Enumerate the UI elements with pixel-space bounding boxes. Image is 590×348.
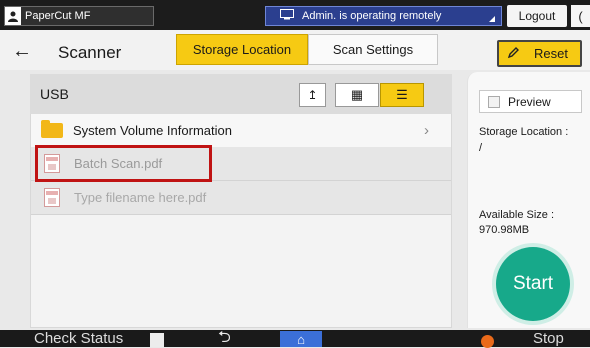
tab-scan-settings[interactable]: Scan Settings: [308, 34, 438, 65]
folder-up-button[interactable]: ↥: [299, 83, 326, 107]
grid-view-button[interactable]: ▦: [335, 83, 379, 107]
remote-text: Admin. is operating remotely: [302, 10, 442, 22]
user-indicator: PaperCut MF: [4, 6, 154, 26]
stop-icon[interactable]: [481, 335, 494, 348]
page-title: Scanner: [58, 43, 122, 62]
storage-location-label: Storage Location :: [479, 126, 569, 138]
reset-pencil-icon: [507, 46, 520, 62]
grid-view-icon: ▦: [350, 87, 364, 102]
list-view-icon: ☰: [396, 87, 408, 102]
remote-screen-icon: [280, 9, 294, 23]
available-size-value: 970.98MB: [479, 224, 530, 236]
file-name: System Volume Information: [73, 123, 232, 138]
home-icon: ⌂: [297, 331, 305, 347]
return-arrow-icon[interactable]: ⮌: [218, 330, 231, 346]
logout-button[interactable]: Logout: [507, 5, 567, 27]
location-label: USB: [40, 86, 69, 102]
start-button[interactable]: Start: [496, 247, 570, 321]
folder-icon: [41, 120, 63, 138]
available-size-label: Available Size :: [479, 209, 555, 221]
list-view-button[interactable]: ☰: [380, 83, 424, 107]
remote-operation-banner: Admin. is operating remotely: [265, 6, 502, 26]
tab-storage-location[interactable]: Storage Location: [176, 34, 308, 65]
check-status-button[interactable]: Check Status: [34, 331, 123, 347]
top-extra-button[interactable]: (: [571, 5, 590, 27]
reset-button[interactable]: Reset: [497, 40, 582, 67]
preview-label: Preview: [508, 94, 551, 109]
chevron-right-icon: ›: [424, 122, 429, 139]
reset-label: Reset: [534, 46, 568, 61]
list-item-file[interactable]: Type filename here.pdf: [31, 181, 451, 215]
upload-arrow-icon: ↥: [307, 88, 318, 102]
storage-location-value: /: [479, 142, 483, 154]
pdf-file-icon: [44, 188, 60, 207]
corner-marker-icon: [489, 16, 495, 22]
preview-checkbox[interactable]: [488, 95, 500, 108]
user-label: PaperCut MF: [25, 10, 91, 22]
user-icon: [5, 7, 21, 25]
status-icon[interactable]: [150, 333, 164, 347]
back-arrow-icon[interactable]: ←: [8, 39, 36, 63]
stop-button[interactable]: Stop: [533, 331, 564, 347]
highlight-box: [35, 145, 212, 182]
home-button[interactable]: ⌂: [280, 331, 322, 347]
list-item-folder[interactable]: System Volume Information ›: [31, 114, 451, 148]
preview-toggle[interactable]: Preview: [479, 90, 582, 113]
file-name: Type filename here.pdf: [74, 190, 207, 205]
